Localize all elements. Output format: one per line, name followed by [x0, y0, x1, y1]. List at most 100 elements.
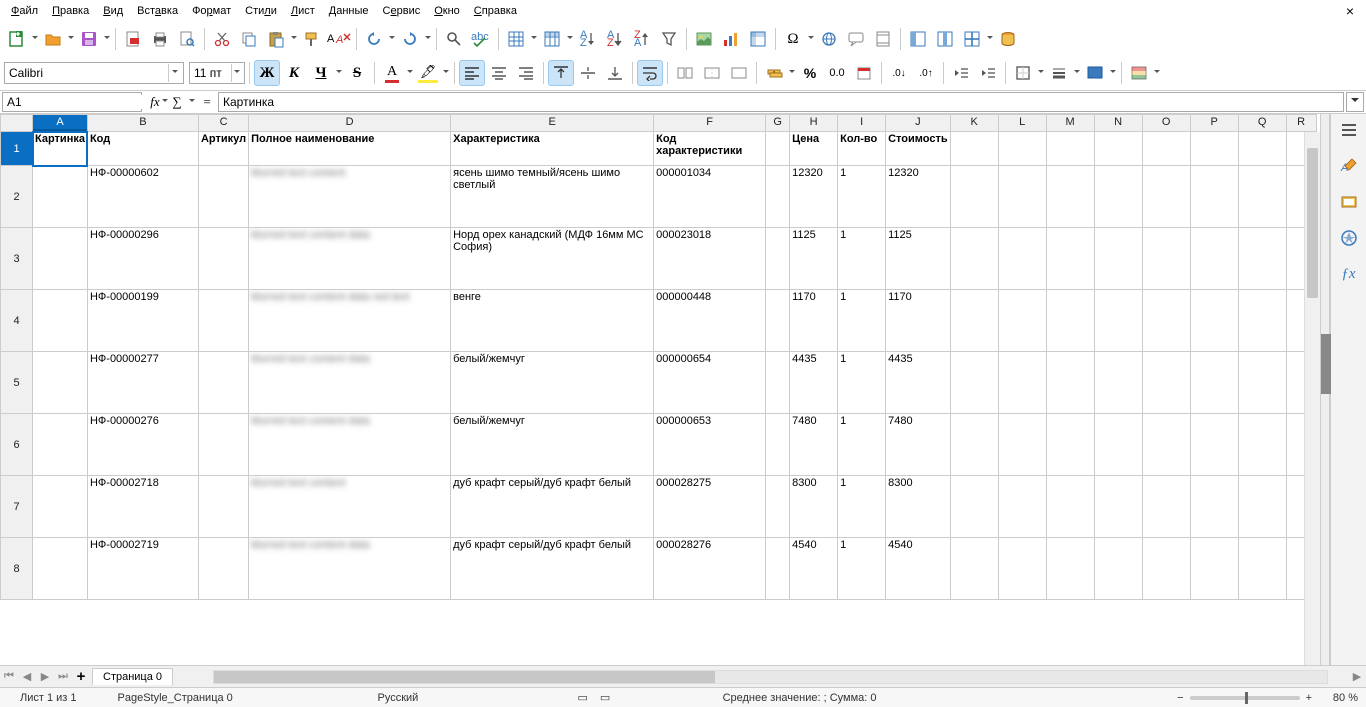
clone-format-icon[interactable]	[299, 26, 325, 52]
col-header-Q[interactable]: Q	[1238, 115, 1286, 132]
cell-N6[interactable]	[1094, 414, 1142, 476]
sheet-tab[interactable]: Страница 0	[92, 668, 173, 685]
merge-center-button[interactable]	[699, 60, 725, 86]
cell-M5[interactable]	[1046, 352, 1094, 414]
cell-A2[interactable]	[33, 166, 88, 228]
insert-row-dropdown[interactable]	[530, 26, 538, 52]
open-icon[interactable]	[40, 26, 66, 52]
select-all-corner[interactable]	[1, 115, 33, 132]
border-style-dropdown[interactable]	[1073, 60, 1081, 86]
formula-input[interactable]	[218, 92, 1344, 112]
function-wizard-button[interactable]: fx	[144, 92, 166, 112]
cell-A1[interactable]: Картинка	[33, 132, 88, 166]
new-doc-dropdown[interactable]	[31, 26, 39, 52]
cell-B5[interactable]: НФ-00000277	[87, 352, 198, 414]
cell-I8[interactable]: 1	[838, 538, 886, 600]
cell-H5[interactable]: 4435	[790, 352, 838, 414]
increase-indent-button[interactable]	[975, 60, 1001, 86]
menu-file[interactable]: Файл	[4, 3, 45, 19]
bold-button[interactable]: Ж	[254, 60, 280, 86]
insert-col-dropdown[interactable]	[566, 26, 574, 52]
cell-E3[interactable]: Норд орех канадский (МДФ 16мм МС София)	[451, 228, 654, 290]
cell-L8[interactable]	[998, 538, 1046, 600]
status-sheet[interactable]: Лист 1 из 1	[0, 692, 98, 704]
cell-I5[interactable]: 1	[838, 352, 886, 414]
cell-Q1[interactable]	[1238, 132, 1286, 166]
cell-B7[interactable]: НФ-00002718	[87, 476, 198, 538]
save-icon[interactable]	[76, 26, 102, 52]
cell-A4[interactable]	[33, 290, 88, 352]
cell-F7[interactable]: 000028275	[654, 476, 766, 538]
insert-comment-icon[interactable]	[843, 26, 869, 52]
cell-J4[interactable]: 1170	[886, 290, 951, 352]
insert-special-char-icon[interactable]: Ω	[780, 26, 806, 52]
save-dropdown[interactable]	[103, 26, 111, 52]
cell-O6[interactable]	[1142, 414, 1190, 476]
cell-E4[interactable]: венге	[451, 290, 654, 352]
cell-L6[interactable]	[998, 414, 1046, 476]
sum-button[interactable]: ∑	[166, 92, 188, 112]
align-left-button[interactable]	[459, 60, 485, 86]
cell-reference-input[interactable]	[7, 95, 162, 109]
cell-A5[interactable]	[33, 352, 88, 414]
freeze-panes-icon[interactable]	[932, 26, 958, 52]
cell-Q6[interactable]	[1238, 414, 1286, 476]
cell-J2[interactable]: 12320	[886, 166, 951, 228]
sum-dropdown[interactable]	[188, 89, 196, 115]
zoom-control[interactable]: − + 80 %	[1169, 692, 1366, 704]
cell-F1[interactable]: Код характеристики	[654, 132, 766, 166]
cell-E8[interactable]: дуб крафт серый/дуб крафт белый	[451, 538, 654, 600]
print-preview-icon[interactable]	[174, 26, 200, 52]
status-language[interactable]: Русский	[358, 692, 558, 704]
menu-insert[interactable]: Вставка	[130, 3, 185, 19]
cell-M8[interactable]	[1046, 538, 1094, 600]
cell-J5[interactable]: 4435	[886, 352, 951, 414]
cell-F6[interactable]: 000000653	[654, 414, 766, 476]
row-header-8[interactable]: 8	[1, 538, 33, 600]
cell-D8[interactable]: blurred text content data	[249, 538, 451, 600]
cell-K4[interactable]	[950, 290, 998, 352]
merge-cells-button[interactable]	[672, 60, 698, 86]
cell-M3[interactable]	[1046, 228, 1094, 290]
cell-O5[interactable]	[1142, 352, 1190, 414]
sidebar-navigator-icon[interactable]	[1337, 226, 1361, 250]
cell-I6[interactable]: 1	[838, 414, 886, 476]
close-document-icon[interactable]: ×	[1338, 1, 1362, 21]
insert-chart-icon[interactable]	[718, 26, 744, 52]
headers-footers-icon[interactable]	[870, 26, 896, 52]
cell-E6[interactable]: белый/жемчуг	[451, 414, 654, 476]
wrap-text-button[interactable]	[637, 60, 663, 86]
col-header-B[interactable]: B	[87, 115, 198, 132]
row-header-7[interactable]: 7	[1, 476, 33, 538]
zoom-slider[interactable]	[1190, 696, 1300, 700]
cell-J1[interactable]: Стоимость	[886, 132, 951, 166]
col-header-M[interactable]: M	[1046, 115, 1094, 132]
cell-P3[interactable]	[1190, 228, 1238, 290]
cell-C1[interactable]: Артикул	[198, 132, 248, 166]
col-header-A[interactable]: A	[33, 115, 88, 132]
cell-B1[interactable]: Код	[87, 132, 198, 166]
borders-dropdown[interactable]	[1037, 60, 1045, 86]
insert-hyperlink-icon[interactable]	[816, 26, 842, 52]
add-decimal-button[interactable]: .0↓	[886, 60, 912, 86]
bg-color-dropdown[interactable]	[1109, 60, 1117, 86]
conditional-dropdown[interactable]	[1153, 60, 1161, 86]
col-header-K[interactable]: K	[950, 115, 998, 132]
cell-K2[interactable]	[950, 166, 998, 228]
cell-B4[interactable]: НФ-00000199	[87, 290, 198, 352]
cell-P2[interactable]	[1190, 166, 1238, 228]
cell-J8[interactable]: 4540	[886, 538, 951, 600]
date-format-button[interactable]	[851, 60, 877, 86]
sort-asc-icon[interactable]: AZ	[602, 26, 628, 52]
col-header-L[interactable]: L	[998, 115, 1046, 132]
insert-image-icon[interactable]	[691, 26, 717, 52]
cell-I7[interactable]: 1	[838, 476, 886, 538]
horizontal-scrollbar[interactable]	[213, 670, 1328, 684]
export-pdf-icon[interactable]	[120, 26, 146, 52]
undo-dropdown[interactable]	[388, 26, 396, 52]
zoom-out-button[interactable]: −	[1177, 692, 1183, 704]
currency-button[interactable]	[761, 60, 787, 86]
copy-icon[interactable]	[236, 26, 262, 52]
cell-M6[interactable]	[1046, 414, 1094, 476]
spreadsheet-grid[interactable]: ABCDEFGHIJKLMNOPQR1КартинкаКодАртикулПол…	[0, 114, 1317, 600]
